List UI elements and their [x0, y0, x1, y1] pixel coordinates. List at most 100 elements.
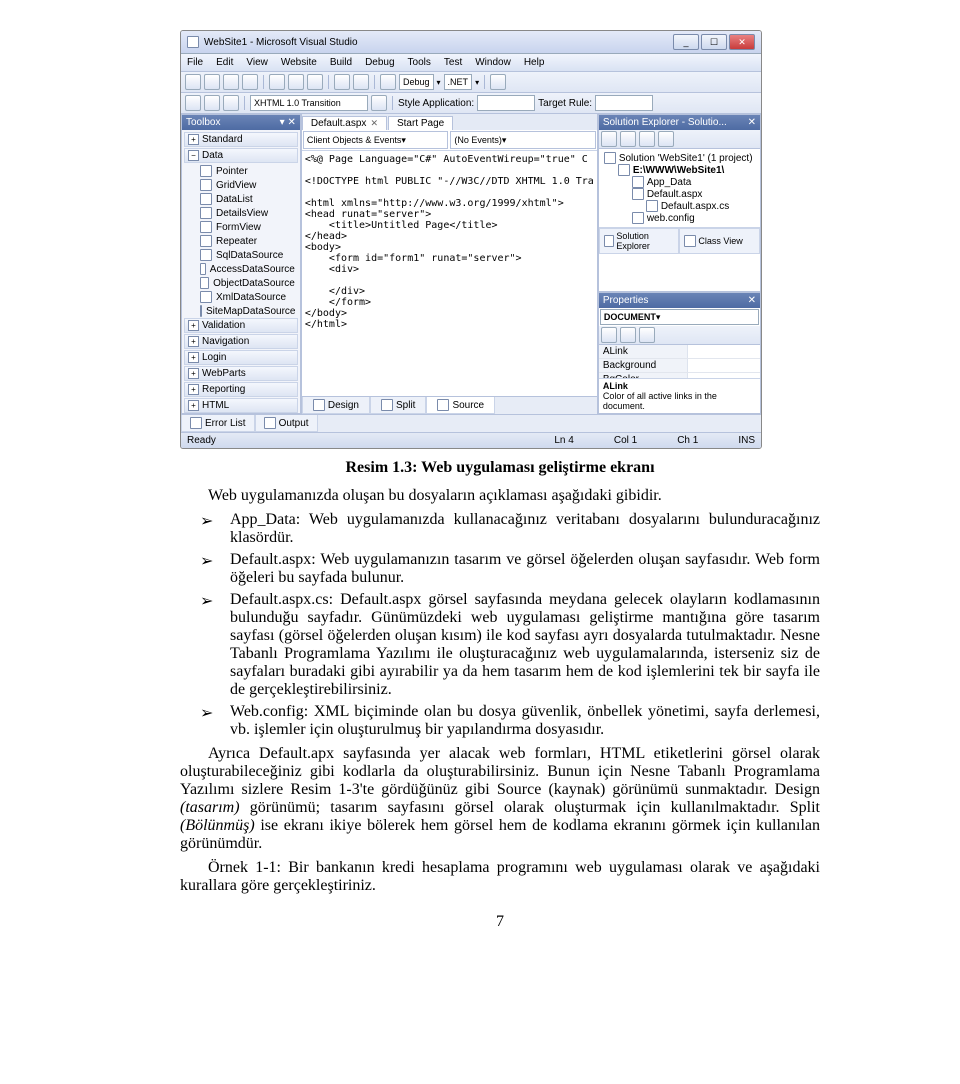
code-editor[interactable]: <%@ Page Language="C#" AutoEventWireup="…	[302, 151, 597, 396]
close-button[interactable]: ✕	[729, 34, 755, 50]
toolbox-cat-standard[interactable]: +Standard	[184, 132, 298, 147]
find-icon[interactable]	[490, 74, 506, 90]
tb-sitemapdatasource[interactable]: SiteMapDataSource	[184, 304, 298, 318]
indent-icon[interactable]	[204, 95, 220, 111]
menu-help[interactable]: Help	[522, 56, 547, 69]
solution-icon	[604, 152, 616, 164]
redo-icon[interactable]	[353, 74, 369, 90]
open-icon[interactable]	[204, 74, 220, 90]
props-object-combo[interactable]: DOCUMENT ▾	[600, 309, 759, 325]
new-icon[interactable]	[185, 74, 201, 90]
copy-icon[interactable]	[288, 74, 304, 90]
tb-pointer[interactable]: Pointer	[184, 164, 298, 178]
tab-class-view[interactable]: Class View	[679, 228, 760, 254]
menu-test[interactable]: Test	[442, 56, 464, 69]
menu-edit[interactable]: Edit	[214, 56, 235, 69]
tb-sqldatasource[interactable]: SqlDataSource	[184, 248, 298, 262]
platform-combo[interactable]: .NET	[444, 74, 473, 90]
sol-project[interactable]: E:\WWW\WebSite1\	[602, 164, 757, 176]
doctype-combo[interactable]: XHTML 1.0 Transition	[250, 95, 368, 111]
toolbox-cat-login[interactable]: +Login	[184, 350, 298, 365]
tab-output[interactable]: Output	[255, 415, 318, 432]
paragraph-example: Örnek 1-1: Bir bankanın kredi hesaplama …	[180, 859, 820, 895]
props-az-icon[interactable]	[620, 327, 636, 343]
solution-explorer-title: Solution Explorer - Solutio...	[603, 117, 727, 128]
menu-view[interactable]: View	[244, 56, 270, 69]
sol-webconfig[interactable]: web.config	[602, 212, 757, 224]
tb-detailsview[interactable]: DetailsView	[184, 206, 298, 220]
detailsview-icon	[200, 207, 212, 219]
cut-icon[interactable]	[269, 74, 285, 90]
run-icon[interactable]	[380, 74, 396, 90]
editor-pane: Default.aspx✕ Start Page Client Objects …	[301, 114, 598, 414]
property-grid[interactable]: ALink Background BgColor Class	[599, 345, 760, 378]
view-design[interactable]: Design	[302, 397, 370, 414]
save-all-icon[interactable]	[242, 74, 258, 90]
tb-datalist[interactable]: DataList	[184, 192, 298, 206]
bullet-appdata: App_Data: Web uygulamanızda kullanacağın…	[220, 511, 820, 547]
properties-title: Properties	[603, 295, 649, 306]
tb-xmldatasource[interactable]: XmlDataSource	[184, 290, 298, 304]
tb-repeater[interactable]: Repeater	[184, 234, 298, 248]
props-pages-icon[interactable]	[639, 327, 655, 343]
menu-debug[interactable]: Debug	[363, 56, 396, 69]
validate-icon[interactable]	[371, 95, 387, 111]
tab-default-aspx[interactable]: Default.aspx✕	[302, 116, 387, 130]
members-combo[interactable]: Client Objects & Events ▾	[303, 131, 449, 149]
toolbox-cat-webparts[interactable]: +WebParts	[184, 366, 298, 381]
sol-showall-icon[interactable]	[620, 131, 636, 147]
view-source[interactable]: Source	[426, 397, 495, 414]
sol-appdata[interactable]: App_Data	[602, 176, 757, 188]
tb-gridview[interactable]: GridView	[184, 178, 298, 192]
sol-default-aspx-cs[interactable]: Default.aspx.cs	[602, 200, 757, 212]
menu-window[interactable]: Window	[473, 56, 513, 69]
undo-icon[interactable]	[334, 74, 350, 90]
tab-error-list[interactable]: Error List	[181, 415, 255, 432]
tb-objectdatasource[interactable]: ObjectDataSource	[184, 276, 298, 290]
statusbar: Ready Ln 4 Col 1 Ch 1 INS	[181, 432, 761, 448]
tb-formview[interactable]: FormView	[184, 220, 298, 234]
sol-code-icon[interactable]	[658, 131, 674, 147]
cs-icon	[646, 200, 658, 212]
props-cat-icon[interactable]	[601, 327, 617, 343]
properties-panel: Properties ✕ DOCUMENT ▾ ALink Background…	[598, 292, 761, 414]
bullet-default-aspx: Default.aspx: Web uygulamanızın tasarım …	[220, 551, 820, 587]
config-combo[interactable]: Debug	[399, 74, 434, 90]
props-close-icon[interactable]: ✕	[748, 295, 756, 306]
toolbox-cat-navigation[interactable]: +Navigation	[184, 334, 298, 349]
menu-file[interactable]: File	[185, 56, 205, 69]
pin-icon[interactable]: ▾ ✕	[280, 117, 296, 128]
toolbox-cat-reporting[interactable]: +Reporting	[184, 382, 298, 397]
menu-website[interactable]: Website	[279, 56, 319, 69]
sol-props-icon[interactable]	[639, 131, 655, 147]
tb-accessdatasource[interactable]: AccessDataSource	[184, 262, 298, 276]
format-icon[interactable]	[185, 95, 201, 111]
style-app-combo[interactable]	[477, 95, 535, 111]
menu-tools[interactable]: Tools	[406, 56, 433, 69]
toolbox-cat-validation[interactable]: +Validation	[184, 318, 298, 333]
view-split[interactable]: Split	[370, 397, 426, 414]
tab-start-page[interactable]: Start Page	[388, 116, 453, 130]
vs-titlebar: WebSite1 - Microsoft Visual Studio _ ☐ ✕	[181, 31, 761, 54]
prop-desc: ALink Color of all active links in the d…	[599, 378, 760, 413]
solution-close-icon[interactable]: ✕	[748, 117, 756, 128]
paste-icon[interactable]	[307, 74, 323, 90]
maximize-button[interactable]: ☐	[701, 34, 727, 50]
close-tab-icon[interactable]: ✕	[370, 118, 378, 129]
tab-solution-explorer[interactable]: Solution Explorer	[599, 228, 680, 254]
menu-build[interactable]: Build	[328, 56, 354, 69]
minimize-button[interactable]: _	[673, 34, 699, 50]
target-rule-combo[interactable]	[595, 95, 653, 111]
status-ins: INS	[738, 435, 755, 446]
pointer-icon	[200, 165, 212, 177]
paragraph-views: Ayrıca Default.apx sayfasında yer alacak…	[180, 745, 820, 853]
toolbox-cat-html[interactable]: +HTML	[184, 398, 298, 413]
events-combo[interactable]: (No Events) ▾	[450, 131, 596, 149]
sol-default-aspx[interactable]: Default.aspx	[602, 188, 757, 200]
sol-root[interactable]: Solution 'WebSite1' (1 project)	[602, 152, 757, 164]
vs-logo-icon	[187, 36, 199, 48]
outdent-icon[interactable]	[223, 95, 239, 111]
sol-refresh-icon[interactable]	[601, 131, 617, 147]
toolbox-cat-data[interactable]: −Data	[184, 148, 298, 163]
save-icon[interactable]	[223, 74, 239, 90]
